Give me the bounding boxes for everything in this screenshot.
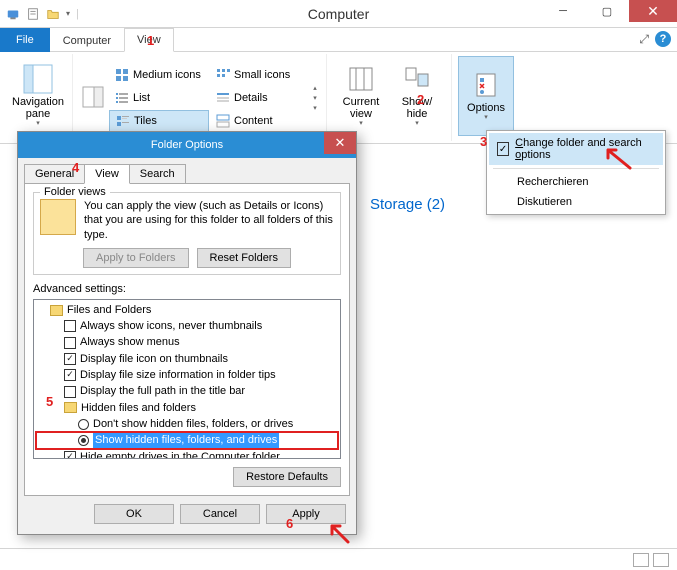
medium-icons-icon <box>115 68 129 82</box>
checkbox[interactable]: ✓ <box>64 369 76 381</box>
qat-dropdown-icon[interactable]: ▾ <box>66 9 70 18</box>
small-icons-icon <box>216 68 230 82</box>
tree-show-hidden[interactable]: Show hidden files, folders, and drives <box>36 432 338 448</box>
callout-2: 2 <box>417 92 424 107</box>
minimize-ribbon-icon[interactable]: ⤢ <box>639 32 649 47</box>
checkbox-icon: ✓ <box>497 142 509 156</box>
folder-views-fieldset: Folder views You can apply the view (suc… <box>33 192 341 275</box>
tree-full-path[interactable]: Display the full path in the title bar <box>36 383 338 399</box>
preview-pane-icon <box>82 86 104 108</box>
layout-content[interactable]: Content <box>210 110 310 132</box>
apply-to-folders-button[interactable]: Apply to Folders <box>83 248 188 268</box>
tree-hide-empty[interactable]: ✓Hide empty drives in the Computer folde… <box>36 449 338 459</box>
layout-small-icons[interactable]: Small icons <box>210 64 310 86</box>
layout-list[interactable]: List <box>109 87 209 109</box>
dialog-titlebar[interactable]: Folder Options ✕ <box>18 132 356 158</box>
restore-defaults-button[interactable]: Restore Defaults <box>233 467 341 487</box>
layout-scroll-up[interactable]: ▴ <box>310 84 320 92</box>
menu-separator <box>493 168 659 169</box>
preview-pane-button[interactable] <box>79 63 107 133</box>
options-icon <box>471 70 501 100</box>
minimize-button[interactable]: ─ <box>541 0 585 22</box>
current-view-icon <box>346 64 376 94</box>
apply-button[interactable]: Apply <box>266 504 346 524</box>
advanced-settings-tree[interactable]: Files and Folders Always show icons, nev… <box>33 299 341 459</box>
tab-view[interactable]: View <box>84 164 130 184</box>
tree-dont-show-hidden[interactable]: Don't show hidden files, folders, or dri… <box>36 416 338 432</box>
dialog-title: Folder Options <box>151 139 223 151</box>
ribbon-tabbar: File Computer View ⤢ ? <box>0 28 677 52</box>
folder-options-dialog: Folder Options ✕ General View Search Fol… <box>17 131 357 535</box>
callout-5: 5 <box>46 394 53 409</box>
folder-icon[interactable] <box>46 7 60 21</box>
layout-details[interactable]: Details <box>210 87 310 109</box>
folder-icon <box>64 402 77 413</box>
close-button[interactable]: ✕ <box>629 0 677 22</box>
tree-always-icons[interactable]: Always show icons, never thumbnails <box>36 318 338 334</box>
tree-always-menus[interactable]: Always show menus <box>36 334 338 350</box>
checkbox[interactable]: ✓ <box>64 353 76 365</box>
details-icon <box>216 91 230 105</box>
options-button[interactable]: Options ▾ <box>458 56 514 136</box>
window-title: Computer <box>308 6 369 22</box>
callout-3: 3 <box>480 134 487 149</box>
layout-gallery: Medium icons Small icons List Details Ti… <box>109 64 310 132</box>
checkbox[interactable]: ✓ <box>64 451 76 459</box>
dialog-close-button[interactable]: ✕ <box>324 132 356 154</box>
tree-display-icon-thumb[interactable]: ✓Display file icon on thumbnails <box>36 351 338 367</box>
change-folder-options-label: Change folder and search options <box>515 137 655 161</box>
computer-tab[interactable]: Computer <box>50 28 124 52</box>
recherchieren-item[interactable]: Recherchieren <box>489 172 663 192</box>
cancel-button[interactable]: Cancel <box>180 504 260 524</box>
checkbox[interactable] <box>64 386 76 398</box>
large-icons-view-icon[interactable] <box>653 553 669 567</box>
tab-search[interactable]: Search <box>129 164 186 183</box>
options-dropdown-menu: ✓ Change folder and search options Reche… <box>486 130 666 215</box>
checkbox[interactable] <box>64 320 76 332</box>
content-icon <box>216 114 230 128</box>
checkbox[interactable] <box>64 337 76 349</box>
file-tab[interactable]: File <box>0 28 50 52</box>
radio[interactable] <box>78 419 89 430</box>
help-icon[interactable]: ? <box>655 31 671 47</box>
list-icon <box>115 91 129 105</box>
app-icon <box>6 7 20 21</box>
folder-views-text: You can apply the view (such as Details … <box>84 199 334 242</box>
statusbar <box>0 548 677 570</box>
storage-heading[interactable]: Storage (2) <box>370 196 445 213</box>
radio[interactable] <box>78 435 89 446</box>
details-view-icon[interactable] <box>633 553 649 567</box>
tree-hidden: Hidden files and folders <box>36 400 338 416</box>
callout-4: 4 <box>72 160 79 175</box>
navigation-pane-icon <box>23 64 53 94</box>
titlebar: ▾ | Computer ─ ▢ ✕ <box>0 0 677 28</box>
current-view-button[interactable]: Current view▾ <box>333 56 389 136</box>
tree-files-folders: Files and Folders <box>36 302 338 318</box>
tree-display-size[interactable]: ✓Display file size information in folder… <box>36 367 338 383</box>
current-view-label: Current view <box>335 96 387 120</box>
advanced-settings-label: Advanced settings: <box>33 283 341 295</box>
options-label: Options <box>467 102 505 114</box>
navigation-pane-button[interactable]: Navigation pane ▾ <box>10 56 66 136</box>
arrow-icon <box>328 522 352 546</box>
properties-icon[interactable] <box>26 7 40 21</box>
callout-1: 1 <box>147 33 154 48</box>
callout-6: 6 <box>286 516 293 531</box>
arrow-icon <box>602 146 632 170</box>
show-hide-icon <box>402 64 432 94</box>
layout-expand[interactable]: ▾ <box>310 104 320 112</box>
folder-views-legend: Folder views <box>40 186 110 198</box>
folder-icon <box>50 305 63 316</box>
diskutieren-item[interactable]: Diskutieren <box>489 192 663 212</box>
folder-views-icon <box>40 199 76 235</box>
change-folder-options-item[interactable]: ✓ Change folder and search options <box>489 133 663 165</box>
layout-tiles[interactable]: Tiles <box>109 110 209 132</box>
maximize-button[interactable]: ▢ <box>585 0 629 22</box>
layout-medium-icons[interactable]: Medium icons <box>109 64 209 86</box>
layout-scroll-down[interactable]: ▾ <box>310 94 320 102</box>
reset-folders-button[interactable]: Reset Folders <box>197 248 291 268</box>
ok-button[interactable]: OK <box>94 504 174 524</box>
navigation-pane-label: Navigation pane <box>12 96 64 120</box>
tiles-icon <box>116 114 130 128</box>
